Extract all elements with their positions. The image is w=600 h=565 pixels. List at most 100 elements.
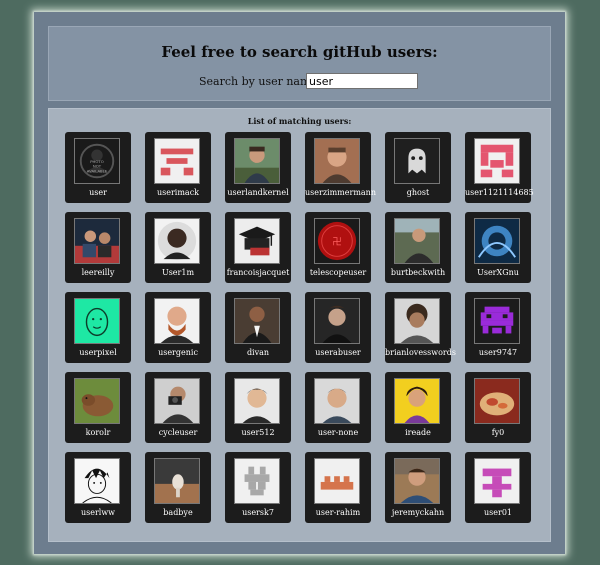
user-card[interactable]: user-none <box>305 372 371 443</box>
user-card[interactable]: ghost <box>385 132 451 203</box>
user-avatar[interactable] <box>154 218 200 264</box>
user-avatar[interactable] <box>74 458 120 504</box>
user-login[interactable]: usersk7 <box>225 508 291 517</box>
user-avatar[interactable] <box>314 378 360 424</box>
user-avatar[interactable] <box>234 298 280 344</box>
svg-text:卍: 卍 <box>332 237 342 248</box>
user-card[interactable]: badbye <box>145 452 211 523</box>
user-login[interactable]: francoisjacquet <box>225 268 291 277</box>
user-login[interactable]: user-none <box>305 428 371 437</box>
user-login[interactable]: burtbeckwith <box>385 268 451 277</box>
user-login[interactable]: userlww <box>65 508 131 517</box>
user-avatar[interactable] <box>314 298 360 344</box>
user-card[interactable]: user01 <box>465 452 531 523</box>
user-card[interactable]: userzimmermann <box>305 132 376 203</box>
user-avatar[interactable] <box>234 458 280 504</box>
user-login[interactable]: jeremyckahn <box>385 508 451 517</box>
svg-text:AVAILABLE: AVAILABLE <box>87 168 108 173</box>
user-card[interactable]: korolr <box>65 372 131 443</box>
user-card[interactable]: userlww <box>65 452 131 523</box>
user-avatar[interactable] <box>474 138 520 184</box>
user-card[interactable]: ireade <box>385 372 451 443</box>
user-card[interactable]: user9747 <box>465 292 531 363</box>
user-login[interactable]: telescopeuser <box>305 268 371 277</box>
user-card[interactable]: usersk7 <box>225 452 291 523</box>
user-login[interactable]: brianlovesswords <box>385 348 456 357</box>
user-login[interactable]: fy0 <box>465 428 531 437</box>
user-card[interactable]: leereilly <box>65 212 131 283</box>
user-login[interactable]: leereilly <box>65 268 131 277</box>
user-card[interactable]: burtbeckwith <box>385 212 451 283</box>
user-avatar[interactable] <box>314 458 360 504</box>
search-label: Search by user name: <box>199 75 321 88</box>
user-login[interactable]: ireade <box>385 428 451 437</box>
user-login[interactable]: user <box>65 188 131 197</box>
user-avatar[interactable] <box>394 298 440 344</box>
page-title: Feel free to search gitHub users: <box>161 43 438 61</box>
user-card[interactable]: jeremyckahn <box>385 452 451 523</box>
results-title: List of matching users: <box>247 116 352 126</box>
app-frame: Feel free to search gitHub users: Search… <box>34 12 565 554</box>
user-card[interactable]: User1m <box>145 212 211 283</box>
user-grid: PHOTO NOT AVAILABLE user userimack userlandke… <box>65 132 534 523</box>
user-avatar[interactable] <box>74 218 120 264</box>
user-card[interactable]: brianlovesswords <box>385 292 456 363</box>
user-avatar[interactable] <box>474 378 520 424</box>
user-card[interactable]: divan <box>225 292 291 363</box>
user-card[interactable]: fy0 <box>465 372 531 443</box>
user-login[interactable]: user9747 <box>465 348 531 357</box>
user-avatar[interactable] <box>314 138 360 184</box>
user-login[interactable]: ghost <box>385 188 451 197</box>
user-avatar[interactable] <box>394 218 440 264</box>
user-login[interactable]: userzimmermann <box>305 188 376 197</box>
user-login[interactable]: UserXGnu <box>465 268 531 277</box>
user-login[interactable]: usergenic <box>145 348 211 357</box>
user-card[interactable]: francoisjacquet <box>225 212 291 283</box>
user-login[interactable]: user-rahim <box>305 508 371 517</box>
user-avatar[interactable] <box>474 218 520 264</box>
user-avatar[interactable] <box>74 298 120 344</box>
user-avatar[interactable] <box>474 298 520 344</box>
user-login[interactable]: divan <box>225 348 291 357</box>
user-login[interactable]: badbye <box>145 508 211 517</box>
user-login[interactable]: userpixel <box>65 348 131 357</box>
user-card[interactable]: userimack <box>145 132 211 203</box>
user-login[interactable]: cycleuser <box>145 428 211 437</box>
user-card[interactable]: userabuser <box>305 292 371 363</box>
search-input[interactable] <box>306 73 418 89</box>
search-panel: Feel free to search gitHub users: Search… <box>48 26 551 101</box>
user-card[interactable]: userpixel <box>65 292 131 363</box>
user-login[interactable]: User1m <box>145 268 211 277</box>
user-login[interactable]: user1121114685 <box>465 188 534 197</box>
user-card[interactable]: user512 <box>225 372 291 443</box>
user-card[interactable]: usergenic <box>145 292 211 363</box>
user-avatar[interactable]: PHOTO NOT AVAILABLE <box>74 138 120 184</box>
user-avatar[interactable] <box>234 218 280 264</box>
user-avatar[interactable] <box>154 378 200 424</box>
user-card[interactable]: PHOTO NOT AVAILABLE user <box>65 132 131 203</box>
user-avatar[interactable] <box>154 458 200 504</box>
user-card[interactable]: 卍 telescopeuser <box>305 212 371 283</box>
user-avatar[interactable] <box>474 458 520 504</box>
user-card[interactable]: user-rahim <box>305 452 371 523</box>
user-avatar[interactable] <box>74 378 120 424</box>
user-login[interactable]: korolr <box>65 428 131 437</box>
results-panel: List of matching users: PHOTO NOT AVAILABL… <box>48 108 551 542</box>
user-avatar[interactable] <box>234 378 280 424</box>
user-card[interactable]: userlandkernel <box>225 132 291 203</box>
user-login[interactable]: user01 <box>465 508 531 517</box>
user-login[interactable]: userimack <box>145 188 211 197</box>
user-login[interactable]: userlandkernel <box>225 188 291 197</box>
user-card[interactable]: UserXGnu <box>465 212 531 283</box>
user-card[interactable]: user1121114685 <box>465 132 534 203</box>
user-avatar[interactable]: 卍 <box>314 218 360 264</box>
user-card[interactable]: cycleuser <box>145 372 211 443</box>
user-avatar[interactable] <box>394 378 440 424</box>
user-avatar[interactable] <box>234 138 280 184</box>
user-avatar[interactable] <box>154 138 200 184</box>
user-avatar[interactable] <box>394 458 440 504</box>
user-avatar[interactable] <box>394 138 440 184</box>
user-login[interactable]: userabuser <box>305 348 371 357</box>
user-avatar[interactable] <box>154 298 200 344</box>
user-login[interactable]: user512 <box>225 428 291 437</box>
